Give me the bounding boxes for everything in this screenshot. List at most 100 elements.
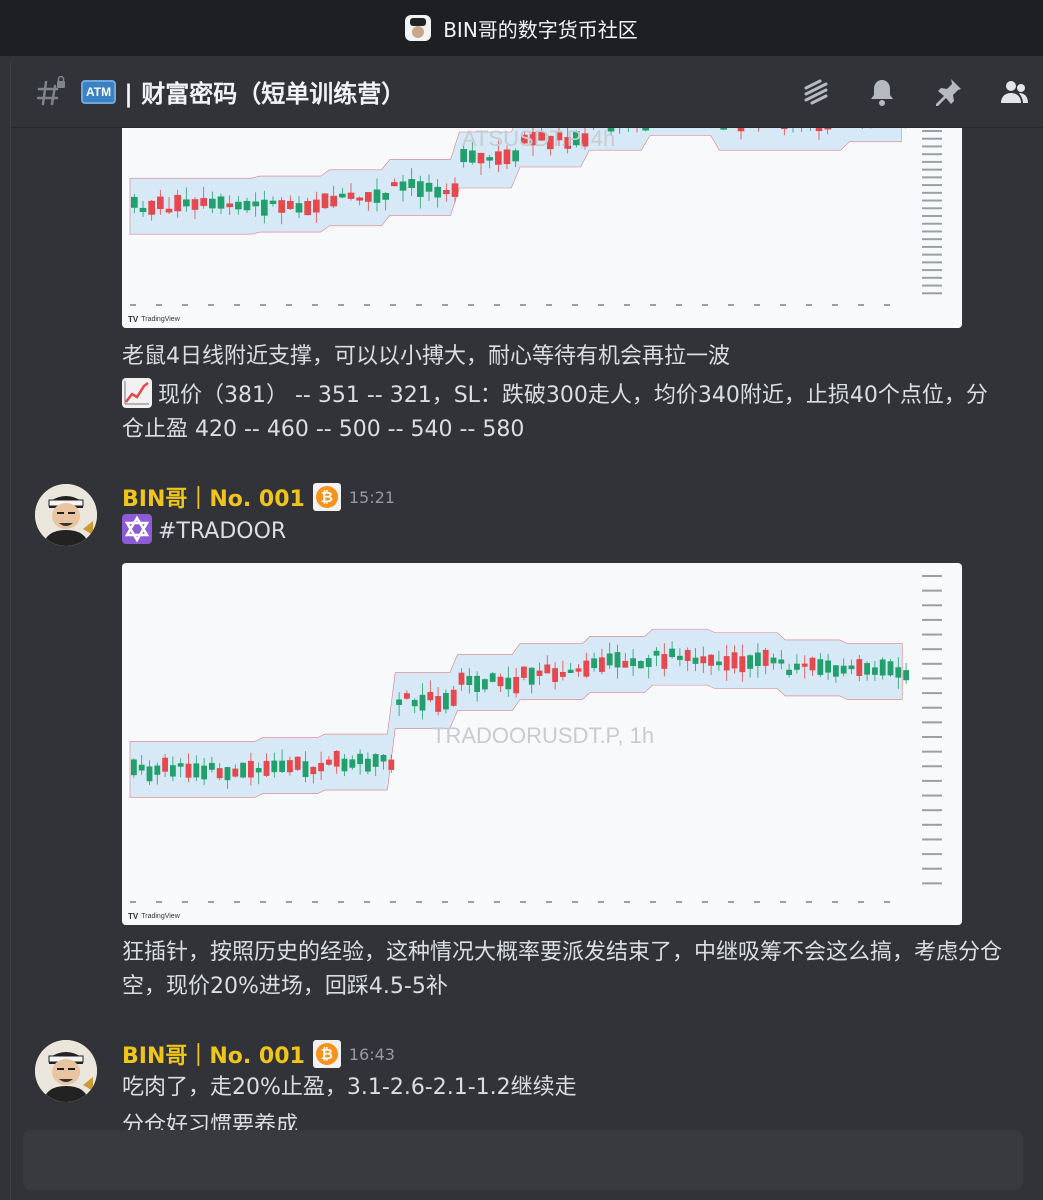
candle xyxy=(599,657,605,672)
axis-tick-mark xyxy=(922,823,942,826)
avatar[interactable] xyxy=(35,1040,97,1102)
message-composer[interactable] xyxy=(23,1130,1023,1190)
members-icon[interactable] xyxy=(996,74,1032,110)
candle xyxy=(427,691,434,701)
candle xyxy=(330,195,337,207)
chart-image-tradoor[interactable]: TRADOORUSDT.P, 1h TV TradingView xyxy=(122,563,962,925)
candle xyxy=(372,754,379,767)
pin-icon[interactable] xyxy=(930,74,966,110)
candle xyxy=(840,665,847,674)
axis-tick-mark xyxy=(922,276,942,279)
candle xyxy=(469,150,476,163)
candle xyxy=(279,760,285,772)
candle xyxy=(778,659,785,664)
candle xyxy=(450,689,457,706)
candle xyxy=(269,200,277,205)
axis-tick-mark xyxy=(390,901,396,903)
candle xyxy=(191,199,199,210)
candle xyxy=(786,669,792,675)
axis-tick-mark xyxy=(130,901,136,903)
candle xyxy=(287,760,293,773)
candle xyxy=(489,673,496,682)
message-line: 老鼠4日线附近支撑，可以以小搏大，耐心等待有机会再拉一波 xyxy=(122,344,730,369)
candle xyxy=(226,203,233,208)
candle xyxy=(653,650,660,656)
bitcoin-badge-icon: ₿ xyxy=(312,1040,341,1068)
axis-tick-mark xyxy=(390,304,396,306)
username[interactable]: BIN哥｜No. 001 xyxy=(122,481,305,513)
candle xyxy=(458,672,465,685)
candle xyxy=(347,192,355,199)
axis-tick-mark xyxy=(922,853,942,856)
avatar[interactable] xyxy=(35,484,97,546)
message-header: BIN哥｜No. 001 ₿ 16:43 xyxy=(122,1038,395,1070)
axis-tick-mark xyxy=(572,901,578,903)
candle xyxy=(209,198,216,209)
axis-tick-mark xyxy=(442,901,448,903)
candle xyxy=(209,762,215,770)
candle xyxy=(434,186,441,198)
channel-name: | 财富密码（短单训练营） xyxy=(124,80,406,108)
candle xyxy=(396,699,402,705)
candle xyxy=(193,763,200,778)
candle xyxy=(708,654,714,666)
candle xyxy=(443,189,450,195)
axis-tick-mark xyxy=(156,901,162,903)
candle xyxy=(235,201,242,210)
candle xyxy=(154,765,161,775)
candle xyxy=(903,670,909,681)
candle xyxy=(425,182,433,192)
bell-icon[interactable] xyxy=(864,74,900,110)
candle xyxy=(271,760,278,773)
candle xyxy=(388,759,395,770)
axis-tick-mark xyxy=(922,838,942,841)
candle xyxy=(357,753,363,765)
message-text: 狂插针，按照历史的经验，这种情况大概率要派发结束了，中继吸筹不会这么搞，考虑分仓… xyxy=(122,936,1002,1004)
axis-tick-mark xyxy=(780,304,786,306)
username[interactable]: BIN哥｜No. 001 xyxy=(122,1038,305,1070)
threads-icon[interactable] xyxy=(798,74,834,110)
axis-tick-mark xyxy=(922,168,942,171)
axis-tick-mark xyxy=(832,901,838,903)
axis-tick-mark xyxy=(754,901,760,903)
candle xyxy=(737,128,745,132)
candle xyxy=(170,765,176,777)
candle xyxy=(781,128,788,130)
message-text: #TRADOOR xyxy=(122,514,1002,549)
axis-tick-mark xyxy=(922,662,942,665)
candle xyxy=(505,677,512,690)
axis-tick-mark xyxy=(922,253,942,256)
candle xyxy=(165,208,173,213)
candle xyxy=(339,193,346,198)
window-titlebar: BIN哥的数字货币社区 xyxy=(0,0,1043,56)
header-toolbar xyxy=(798,74,1032,110)
axis-tick-mark xyxy=(728,304,734,306)
message-list[interactable]: ATSUSDT.P, 4h TV TradingView 老鼠4日线附近支撑，可以… xyxy=(11,128,1043,1200)
candle xyxy=(825,660,831,673)
candle xyxy=(382,193,389,200)
candle xyxy=(677,655,683,660)
axis-tick-mark xyxy=(922,648,942,651)
candle xyxy=(255,767,262,773)
chart-image-ats[interactable]: ATSUSDT.P, 4h TV TradingView xyxy=(122,128,962,328)
axis-tick-mark xyxy=(922,176,942,179)
candle xyxy=(606,653,613,666)
candle xyxy=(310,766,317,775)
candle xyxy=(887,661,894,676)
axis-tick-mark xyxy=(208,304,214,306)
axis-tick-mark xyxy=(650,304,656,306)
candle xyxy=(495,151,502,165)
axis-tick-mark xyxy=(922,215,942,217)
axis-tick-mark xyxy=(338,901,344,903)
candle xyxy=(856,659,863,677)
candle xyxy=(513,676,519,694)
candle xyxy=(295,203,303,213)
candle xyxy=(486,157,493,161)
axis-tick-mark xyxy=(598,901,604,903)
axis-tick-mark xyxy=(922,222,942,225)
axis-tick-mark xyxy=(832,304,838,306)
candle xyxy=(435,696,441,712)
candle xyxy=(365,192,372,202)
axis-tick-mark xyxy=(922,779,942,782)
axis-tick-mark xyxy=(922,191,942,194)
